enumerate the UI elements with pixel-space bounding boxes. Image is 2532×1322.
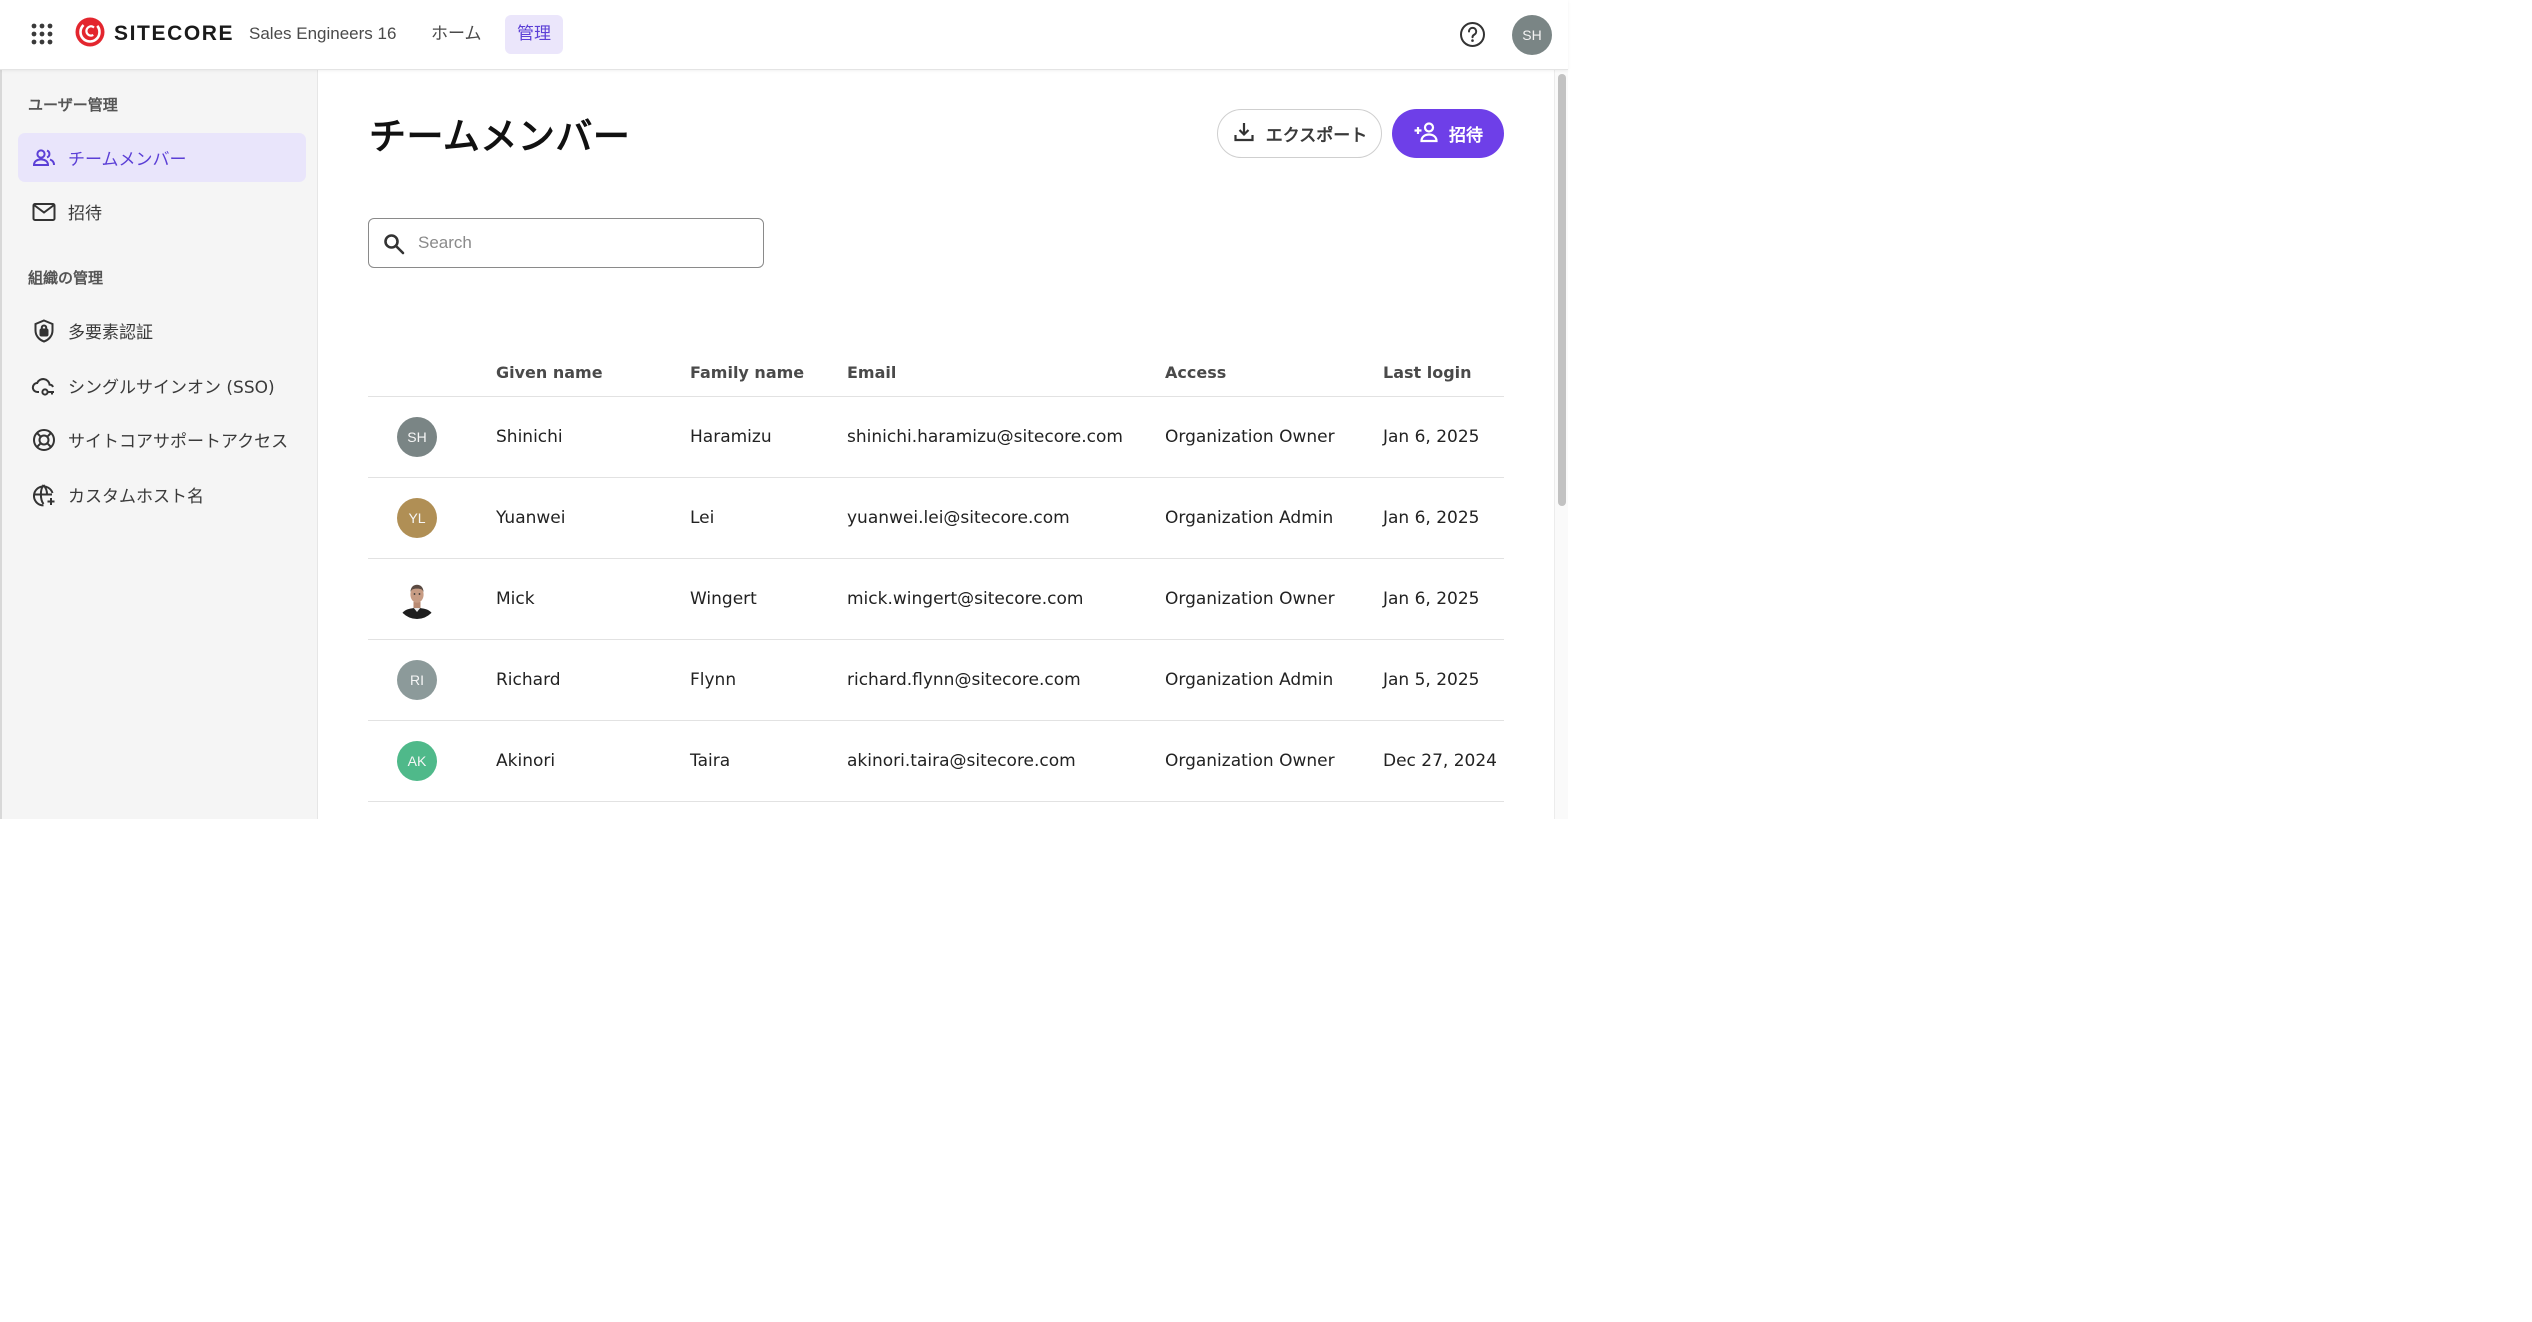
column-header-last-login[interactable]: Last login [1383,363,1472,382]
sidebar-section-org-management: 組織の管理 [28,269,104,287]
cell-access: Organization Admin [1165,670,1334,690]
nav-home[interactable]: ホーム [420,15,493,54]
cell-access: Organization Owner [1165,751,1335,771]
mail-icon [31,199,57,225]
search-input[interactable] [418,229,748,257]
user-avatar[interactable]: SH [1512,15,1552,55]
cell-last-login: Jan 6, 2025 [1383,508,1480,528]
table-row[interactable]: Mick Wingert mick.wingert@sitecore.com O… [368,559,1504,640]
cell-last-login: Jan 6, 2025 [1383,427,1480,447]
table-row[interactable]: RI Richard Flynn richard.flynn@sitecore.… [368,640,1504,721]
scrollbar-thumb[interactable] [1558,74,1566,506]
cell-email: mick.wingert@sitecore.com [847,589,1084,609]
table-header: Given name Family name Email Access Last… [368,346,1504,397]
cell-family-name: Haramizu [690,427,772,447]
cell-email: yuanwei.lei@sitecore.com [847,508,1070,528]
add-person-icon [1413,120,1441,148]
globe-plus-icon [31,482,57,508]
table-row[interactable]: SH Shinichi Haramizu shinichi.haramizu@s… [368,397,1504,478]
table-row[interactable]: YL Yuanwei Lei yuanwei.lei@sitecore.com … [368,478,1504,559]
cell-email: shinichi.haramizu@sitecore.com [847,427,1123,447]
cell-given-name: Shinichi [496,427,563,447]
download-icon [1232,120,1256,148]
cell-given-name: Yuanwei [496,508,566,528]
avatar-photo [397,579,437,619]
cell-last-login: Jan 6, 2025 [1383,589,1480,609]
org-name[interactable]: Sales Engineers 16 [249,24,396,44]
apps-grid-icon[interactable] [28,20,56,48]
invite-button[interactable]: 招待 [1392,109,1504,158]
cell-family-name: Wingert [690,589,757,609]
column-header-given-name[interactable]: Given name [496,363,603,382]
cell-given-name: Richard [496,670,561,690]
column-header-family-name[interactable]: Family name [690,363,804,382]
cell-given-name: Akinori [496,751,556,771]
table-row[interactable]: AK Akinori Taira akinori.taira@sitecore.… [368,721,1504,802]
sidebar-item-label: サイトコアサポートアクセス [68,432,289,452]
shield-lock-icon [31,318,57,344]
search-box[interactable] [368,218,764,268]
avatar: SH [397,417,437,457]
search-icon [382,232,406,260]
nav-admin[interactable]: 管理 [505,15,563,54]
logo-text: SITECORE [114,22,235,45]
cell-last-login: Dec 27, 2024 [1383,751,1498,771]
export-button[interactable]: エクスポート [1217,109,1382,158]
page-title: チームメンバー [369,115,631,158]
column-header-email[interactable]: Email [847,363,896,382]
sidebar-item-sso[interactable]: シングルサインオン (SSO) [18,361,306,410]
vertical-scrollbar[interactable] [1554,70,1568,819]
cell-email: richard.flynn@sitecore.com [847,670,1081,690]
cell-family-name: Taira [690,751,731,771]
sidebar-item-label: シングルサインオン (SSO) [68,378,275,398]
avatar: RI [397,660,437,700]
cell-email: akinori.taira@sitecore.com [847,751,1076,771]
cell-access: Organization Owner [1165,427,1335,447]
sidebar-item-label: 多要素認証 [68,323,153,343]
cell-given-name: Mick [496,589,535,609]
column-header-access[interactable]: Access [1165,363,1226,382]
sidebar-item-label: カスタムホスト名 [68,487,204,507]
avatar: AK [397,741,437,781]
cell-family-name: Flynn [690,670,737,690]
sidebar-item-invitations[interactable]: 招待 [18,187,306,236]
sidebar-section-user-management: ユーザー管理 [28,96,118,114]
sitecore-logo[interactable]: SITECORE [74,16,235,52]
sidebar-item-mfa[interactable]: 多要素認証 [18,306,306,355]
people-icon [31,145,57,171]
lifebuoy-icon [31,427,57,453]
invite-label: 招待 [1449,126,1483,146]
cell-access: Organization Admin [1165,508,1334,528]
avatar: YL [397,498,437,538]
sidebar-item-label: チームメンバー [68,150,187,170]
sidebar-item-support-access[interactable]: サイトコアサポートアクセス [18,415,306,464]
top-header: SITECORE Sales Engineers 16 ホーム 管理 SH [0,0,1568,70]
members-table: Given name Family name Email Access Last… [368,346,1504,802]
cell-last-login: Jan 5, 2025 [1383,670,1480,690]
sitecore-logo-icon [74,16,106,52]
cell-access: Organization Owner [1165,589,1335,609]
help-circle-icon[interactable] [1459,21,1486,48]
cloud-key-icon [31,373,57,399]
cell-family-name: Lei [690,508,715,528]
sidebar-item-team-members[interactable]: チームメンバー [18,133,306,182]
sidebar-item-custom-hostname[interactable]: カスタムホスト名 [18,470,306,519]
sidebar: ユーザー管理 チームメンバー 招待 組織の管理 多要素認証 シングルサインオン … [0,70,318,819]
export-label: エクスポート [1265,126,1368,146]
sidebar-item-label: 招待 [68,204,102,224]
